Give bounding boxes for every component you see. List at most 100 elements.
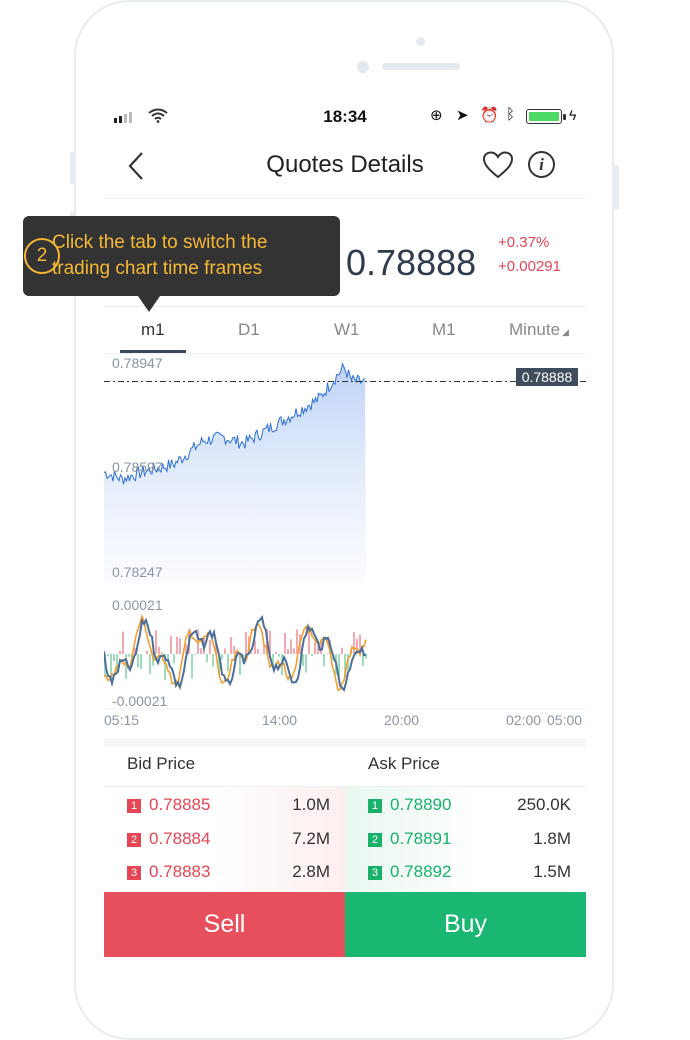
oscillator-bar: [311, 654, 313, 656]
oscillator-bar: [257, 649, 259, 654]
oscillator-bar: [314, 642, 316, 654]
current-price: 0.78888: [346, 242, 476, 284]
oscillator-bar: [113, 654, 115, 661]
orderbook-row: 3 0.78883 2.8M 3 0.78892 1.5M: [104, 859, 586, 889]
oscillator-bar: [158, 647, 160, 654]
oscillator-bar: [275, 652, 277, 654]
price-axis-low: 0.78247: [112, 564, 163, 580]
alarm-icon: ⏰: [480, 106, 499, 124]
ask-rank-badge: 3: [368, 866, 382, 880]
oscillator-bar: [191, 654, 193, 678]
tooltip-line-2: trading chart time frames: [52, 256, 267, 282]
time-label: 05:00: [547, 712, 582, 728]
bid-volume: 2.8M: [250, 862, 330, 882]
tab-minute-label: Minute: [509, 320, 560, 339]
ask-volume: 1.5M: [491, 862, 571, 882]
oscillator-bar: [146, 651, 148, 654]
ask-rank-badge: 2: [368, 833, 382, 847]
oscillator-bar: [245, 632, 247, 654]
oscillator-bar: [128, 654, 130, 657]
oscillator-bar: [119, 651, 121, 654]
oscillator-line: [104, 616, 366, 690]
oscillator-bar: [227, 654, 229, 671]
oscillator-bar: [194, 654, 196, 655]
ask-price: 0.78891: [390, 829, 451, 849]
price-chart[interactable]: [104, 354, 586, 714]
battery-icon: [526, 109, 562, 124]
bid-rank-badge: 3: [127, 866, 141, 880]
bluetooth-icon: ᛒ: [506, 106, 515, 123]
price-axis-mid: 0.78597: [112, 459, 163, 475]
price-axis-high: 0.78947: [112, 355, 163, 371]
charging-icon: ϟ: [569, 107, 576, 123]
time-label: 14:00: [262, 712, 297, 728]
tooltip-line-1: Click the tab to switch the: [52, 230, 267, 256]
oscillator-bar: [287, 649, 289, 654]
info-icon[interactable]: i: [528, 151, 555, 178]
oscillator-bar: [176, 637, 178, 654]
time-label: 05:15: [104, 712, 139, 728]
section-divider: [104, 738, 586, 746]
chart-canvas: [104, 354, 586, 714]
location-icon: ➤: [456, 106, 469, 124]
bid-price: 0.78885: [149, 795, 210, 815]
oscillator-bar: [284, 633, 286, 654]
oscillator-bar: [251, 653, 253, 654]
oscillator-bar: [293, 648, 295, 654]
oscillator-bar: [137, 654, 139, 667]
sell-button[interactable]: Sell: [104, 892, 345, 957]
ask-price: 0.78890: [390, 795, 451, 815]
osc-axis-low: -0.00021: [112, 693, 167, 709]
orientation-lock-icon: ⊕: [430, 106, 443, 124]
tab-m1[interactable]: m1: [141, 320, 165, 340]
oscillator-bar: [260, 654, 262, 655]
side-button-power: [614, 165, 619, 210]
bid-price-header: Bid Price: [127, 754, 195, 774]
tab-w1[interactable]: W1: [334, 320, 360, 340]
oscillator-bar: [212, 654, 214, 667]
orderbook-row: 2 0.78884 7.2M 2 0.78891 1.8M: [104, 826, 586, 856]
timeframe-tabs: m1 D1 W1 M1 Minute◢: [104, 307, 586, 354]
orderbook-header: Bid Price Ask Price: [104, 746, 586, 787]
oscillator-bar: [353, 632, 355, 654]
bid-rank-badge: 1: [127, 799, 141, 813]
current-price-tag: 0.78888: [516, 368, 578, 386]
side-button-silent: [70, 152, 75, 184]
oscillator-bar: [179, 638, 181, 654]
orderbook-row: 1 0.78885 1.0M 1 0.78890 250.0K: [104, 792, 586, 822]
oscillator-bar: [173, 654, 175, 663]
oscillator-bar: [170, 636, 172, 654]
favorite-heart-icon[interactable]: [482, 151, 514, 179]
time-label: 20:00: [384, 712, 419, 728]
oscillator-bar: [122, 632, 124, 654]
oscillator-bar: [233, 646, 235, 654]
tutorial-tooltip: 2 Click the tab to switch the trading ch…: [23, 216, 340, 296]
oscillator-bar: [239, 654, 241, 675]
tab-mn1[interactable]: M1: [432, 320, 456, 340]
oscillator-bar: [278, 654, 280, 657]
time-label: 02:00: [506, 712, 541, 728]
oscillator-bar: [161, 652, 163, 654]
oscillator-bar: [149, 654, 151, 674]
oscillator-bar: [140, 654, 142, 669]
buy-button[interactable]: Buy: [345, 892, 586, 957]
oscillator-bar: [209, 640, 211, 654]
bid-rank-badge: 2: [127, 833, 141, 847]
oscillator-bar: [305, 654, 307, 673]
tab-minute-dropdown[interactable]: Minute◢: [509, 320, 569, 340]
oscillator-bar: [341, 648, 343, 654]
oscillator-bar: [323, 654, 325, 666]
tab-d1[interactable]: D1: [238, 320, 260, 340]
oscillator-bar: [224, 648, 226, 654]
bid-volume: 1.0M: [250, 795, 330, 815]
ask-price: 0.78892: [390, 862, 451, 882]
osc-axis-high: 0.00021: [112, 597, 163, 613]
oscillator-bar: [206, 654, 208, 662]
bid-price: 0.78884: [149, 829, 210, 849]
ask-volume: 1.8M: [491, 829, 571, 849]
change-absolute: +0.00291: [498, 258, 561, 275]
nav-bar: Quotes Details i: [104, 136, 586, 199]
oscillator-bar: [221, 654, 223, 659]
oscillator-bar: [290, 639, 292, 654]
status-bar: 18:34 ⊕ ➤ ⏰ ᛒ ϟ: [104, 100, 586, 134]
